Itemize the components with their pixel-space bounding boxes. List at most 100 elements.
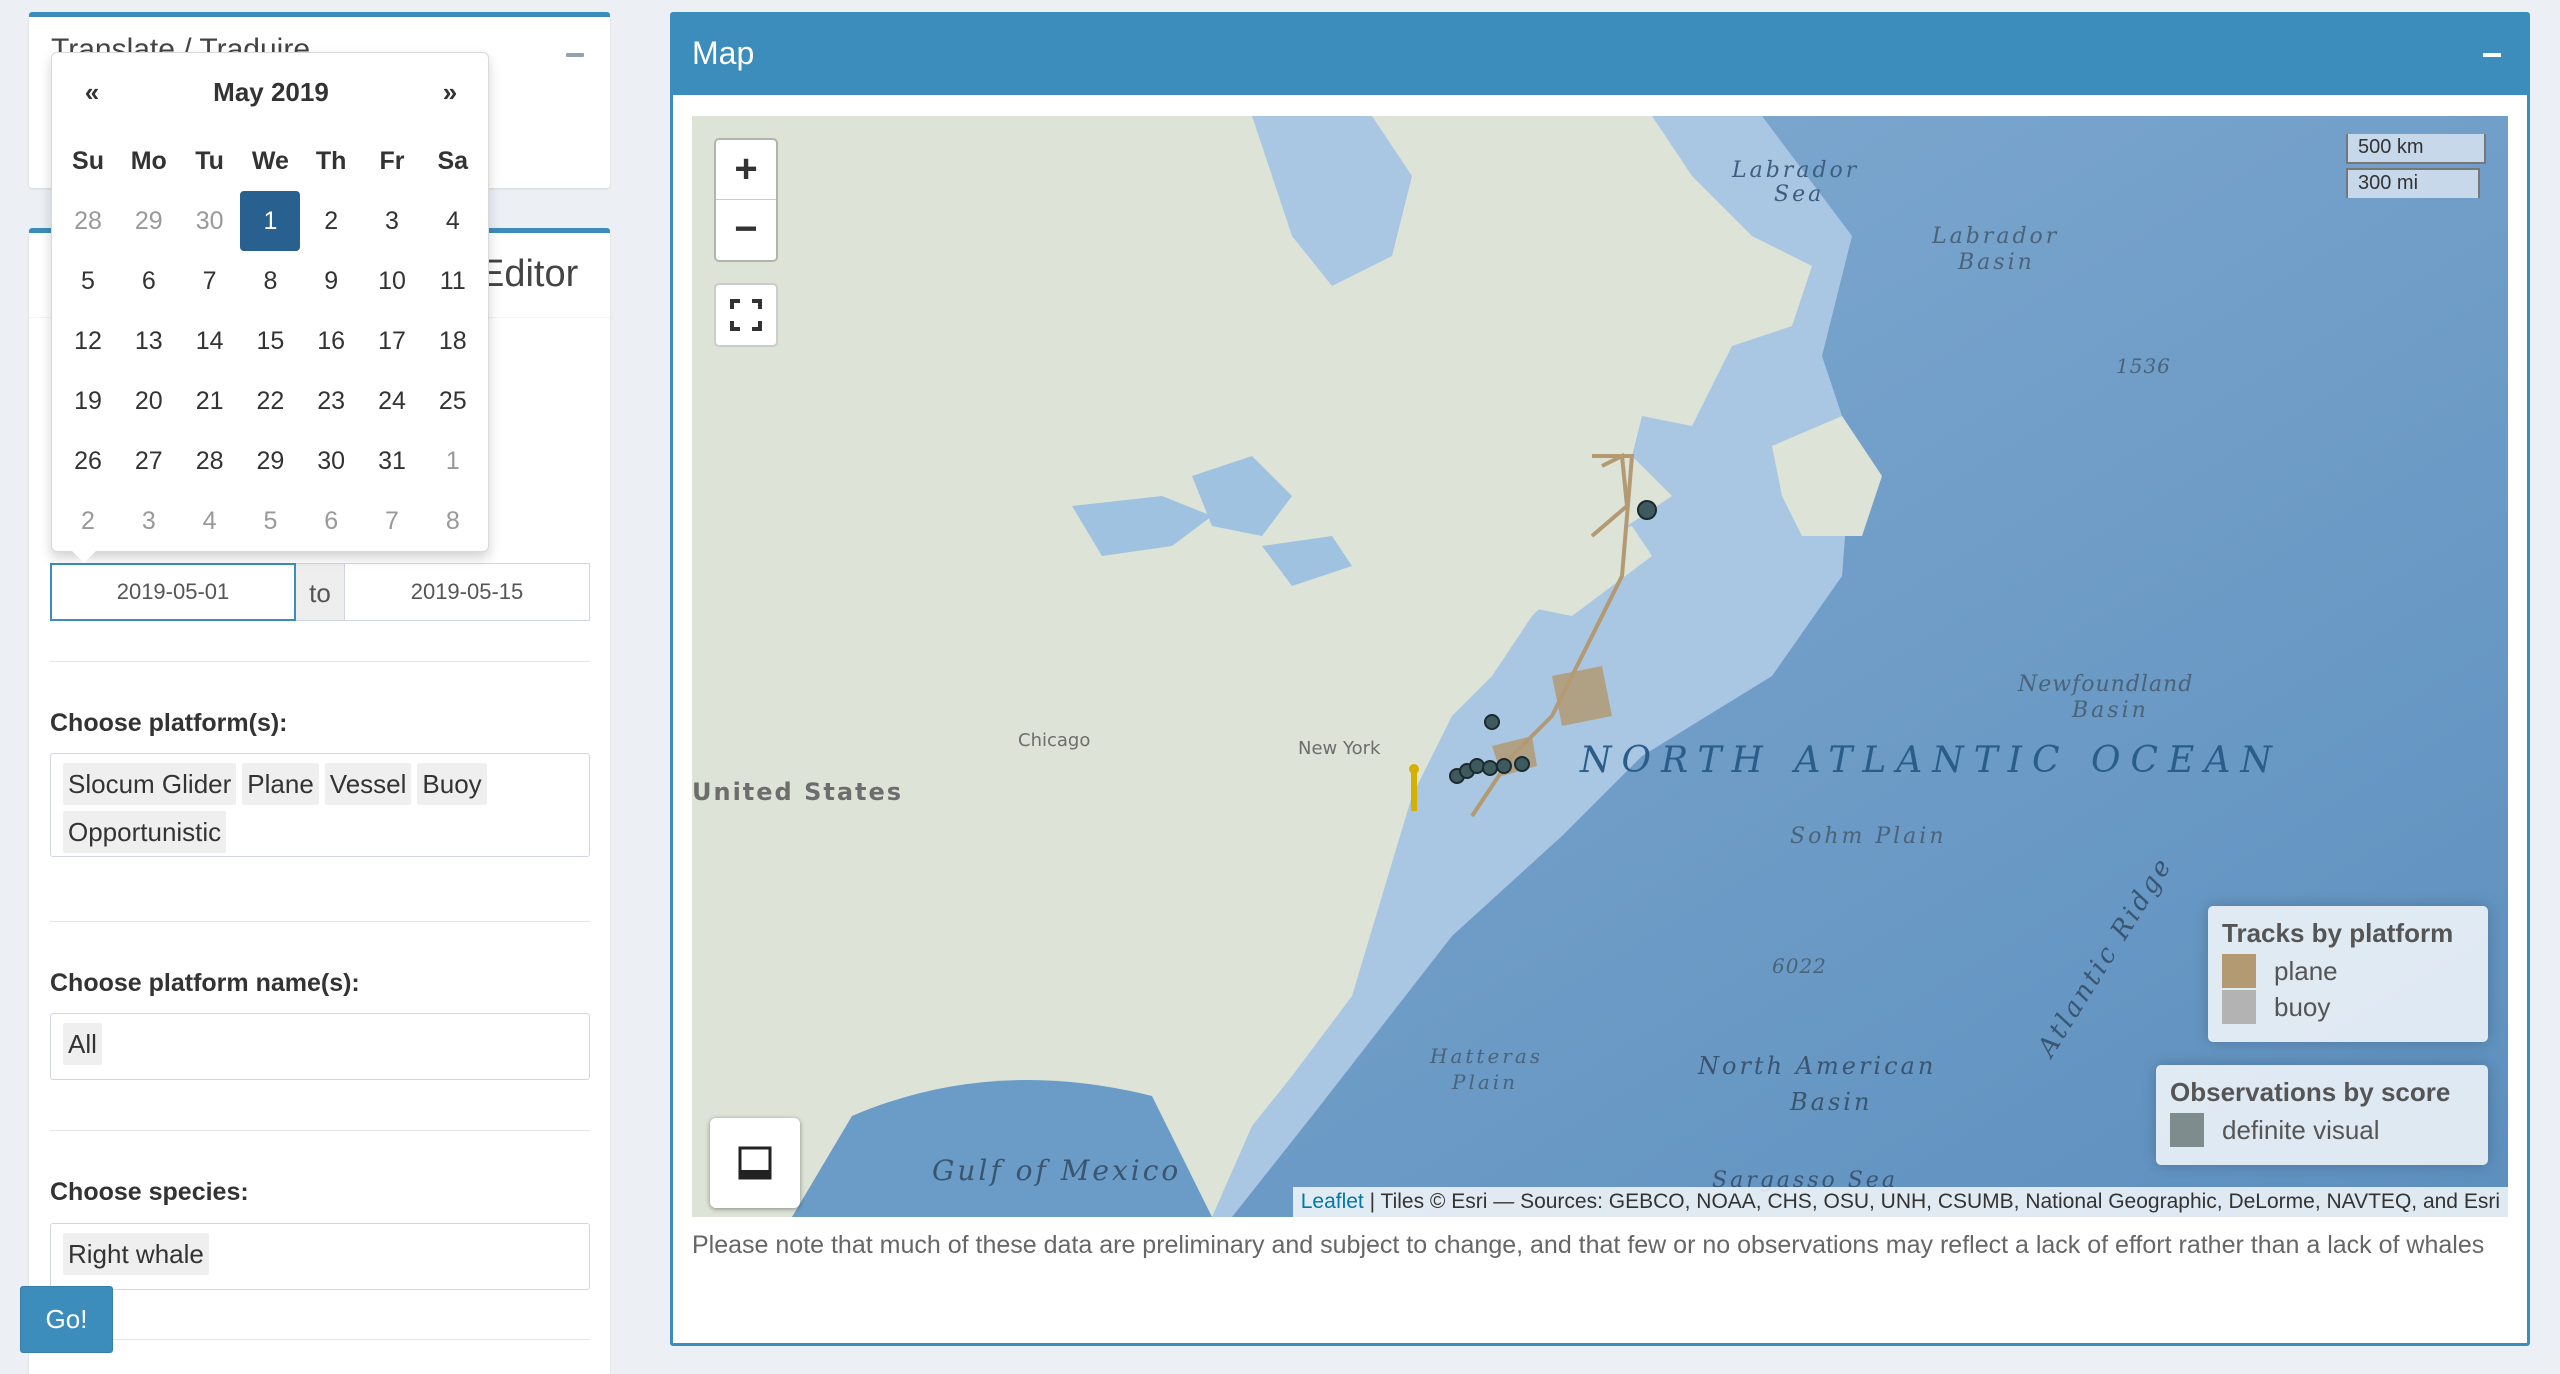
day-cell[interactable]: 21 xyxy=(180,371,240,431)
day-cell[interactable]: 19 xyxy=(58,371,118,431)
platform-label: Choose platform(s): xyxy=(50,709,288,737)
map-attribution: Leaflet | Tiles © Esri — Sources: GEBCO,… xyxy=(1292,1187,2508,1217)
map-label: 1536 xyxy=(2116,354,2171,378)
platform-chip[interactable]: Buoy xyxy=(417,763,487,805)
date-range-input: 2019-05-01 to 2019-05-15 xyxy=(50,563,590,621)
day-cell[interactable]: 24 xyxy=(362,371,422,431)
species-select[interactable]: Right whale xyxy=(50,1223,590,1290)
day-cell[interactable]: 16 xyxy=(301,311,361,371)
filters-box-title: Editor xyxy=(479,253,579,295)
leaflet-link[interactable]: Leaflet xyxy=(1301,1190,1364,1213)
collapse-icon[interactable] xyxy=(2483,53,2501,57)
platform-select[interactable]: Slocum Glider Plane Vessel Buoy Opportunisti… xyxy=(50,753,590,857)
day-cell[interactable]: 18 xyxy=(423,311,483,371)
map-label: Plain xyxy=(1452,1070,1519,1094)
legend-title: Tracks by platform xyxy=(2222,918,2454,948)
fullscreen-icon xyxy=(730,299,762,331)
fullscreen-button[interactable] xyxy=(714,283,778,347)
day-cell[interactable]: 26 xyxy=(58,431,118,491)
platform-chip[interactable]: Opportunistic xyxy=(63,811,227,853)
day-cell[interactable]: 20 xyxy=(119,371,179,431)
day-cell-selected[interactable]: 1 xyxy=(240,191,301,251)
platform-chip[interactable]: Slocum Glider xyxy=(63,763,237,805)
day-cell[interactable]: 8 xyxy=(423,491,483,551)
map-label: Basin xyxy=(1790,1088,1873,1116)
platform-chip[interactable]: Vessel xyxy=(324,763,412,805)
day-cell[interactable]: 29 xyxy=(119,191,179,251)
day-cell[interactable]: 30 xyxy=(180,191,240,251)
go-button[interactable]: Go! xyxy=(20,1286,113,1353)
day-cell[interactable]: 4 xyxy=(423,191,483,251)
day-cell[interactable]: 6 xyxy=(301,491,361,551)
day-cell[interactable]: 28 xyxy=(180,431,240,491)
week-row: 26 27 28 29 30 31 1 xyxy=(58,431,484,491)
map-label: Newfoundland xyxy=(2018,672,2194,697)
legend-label: buoy xyxy=(2274,991,2331,1022)
datepicker-month-title[interactable]: May 2019 xyxy=(152,71,390,113)
legend-observations: Observations by score definite visual xyxy=(2156,1065,2488,1165)
day-cell[interactable]: 29 xyxy=(240,431,300,491)
day-cell[interactable]: 7 xyxy=(180,251,240,311)
datepicker-header: « May 2019 » xyxy=(52,71,490,113)
map-label: Chicago xyxy=(1018,730,1091,751)
platform-chip[interactable]: Plane xyxy=(242,763,319,805)
zoom-out-button[interactable]: − xyxy=(716,200,776,260)
day-cell[interactable]: 14 xyxy=(180,311,240,371)
day-cell[interactable]: 23 xyxy=(301,371,361,431)
day-cell[interactable]: 28 xyxy=(58,191,118,251)
map-box-header: Map xyxy=(673,15,2527,95)
weekday-label: Tu xyxy=(195,147,224,175)
day-cell[interactable]: 27 xyxy=(119,431,179,491)
map-label: North American xyxy=(1698,1052,1937,1080)
day-cell[interactable]: 9 xyxy=(301,251,361,311)
platform-name-label: Choose platform name(s): xyxy=(50,969,360,997)
next-month-button[interactable]: » xyxy=(420,71,480,113)
map-canvas[interactable]: Labrador Sea Labrador Basin 1536 Newfoun… xyxy=(692,116,2508,1217)
day-cell[interactable]: 2 xyxy=(301,191,361,251)
start-date-input[interactable]: 2019-05-01 xyxy=(50,563,296,621)
platform-name-select[interactable]: All xyxy=(50,1013,590,1080)
day-cell[interactable]: 2 xyxy=(58,491,118,551)
week-row: 19 20 21 22 23 24 25 xyxy=(58,371,484,431)
day-cell[interactable]: 17 xyxy=(362,311,422,371)
day-cell[interactable]: 13 xyxy=(119,311,179,371)
scale-mi: 300 mi xyxy=(2346,168,2480,198)
legend-row: definite visual xyxy=(2170,1112,2474,1148)
platform-name-chip[interactable]: All xyxy=(63,1023,102,1065)
day-cell[interactable]: 6 xyxy=(119,251,179,311)
legend-row: plane xyxy=(2222,953,2474,989)
day-cell[interactable]: 30 xyxy=(301,431,361,491)
prev-month-button[interactable]: « xyxy=(62,71,122,113)
day-cell[interactable]: 5 xyxy=(240,491,300,551)
map-label: New York xyxy=(1298,738,1381,759)
species-label: Choose species: xyxy=(50,1178,249,1206)
day-cell[interactable]: 10 xyxy=(362,251,422,311)
day-cell[interactable]: 31 xyxy=(362,431,422,491)
weekday-label: Su xyxy=(72,147,104,175)
day-cell[interactable]: 3 xyxy=(119,491,179,551)
day-cell[interactable]: 11 xyxy=(423,251,483,311)
day-cell[interactable]: 25 xyxy=(423,371,483,431)
day-cell[interactable]: 5 xyxy=(58,251,118,311)
day-cell[interactable]: 4 xyxy=(180,491,240,551)
day-cell[interactable]: 12 xyxy=(58,311,118,371)
species-chip[interactable]: Right whale xyxy=(63,1233,209,1275)
collapse-icon[interactable] xyxy=(566,53,584,57)
zoom-in-button[interactable]: + xyxy=(716,140,776,200)
attribution-text: | Tiles © Esri — Sources: GEBCO, NOAA, C… xyxy=(1369,1190,2500,1213)
day-cell[interactable]: 1 xyxy=(423,431,483,491)
day-cell[interactable]: 3 xyxy=(362,191,422,251)
measure-button[interactable] xyxy=(710,1118,800,1208)
day-cell[interactable]: 7 xyxy=(362,491,422,551)
divider xyxy=(50,661,590,662)
divider xyxy=(50,1339,590,1340)
map-label: Labrador xyxy=(1732,158,1860,183)
map-label: Hatteras xyxy=(1430,1044,1544,1068)
day-cell[interactable]: 22 xyxy=(240,371,300,431)
map-box: Map Labrador Sea Labrador Basin 1536 New… xyxy=(670,12,2530,1346)
day-cell[interactable]: 8 xyxy=(240,251,300,311)
datepicker-popup: « May 2019 » Su Mo Tu We Th Fr Sa 28 29 … xyxy=(51,52,490,563)
day-cell[interactable]: 15 xyxy=(240,311,300,371)
weekday-label: Th xyxy=(315,147,347,175)
end-date-input[interactable]: 2019-05-15 xyxy=(344,563,590,621)
